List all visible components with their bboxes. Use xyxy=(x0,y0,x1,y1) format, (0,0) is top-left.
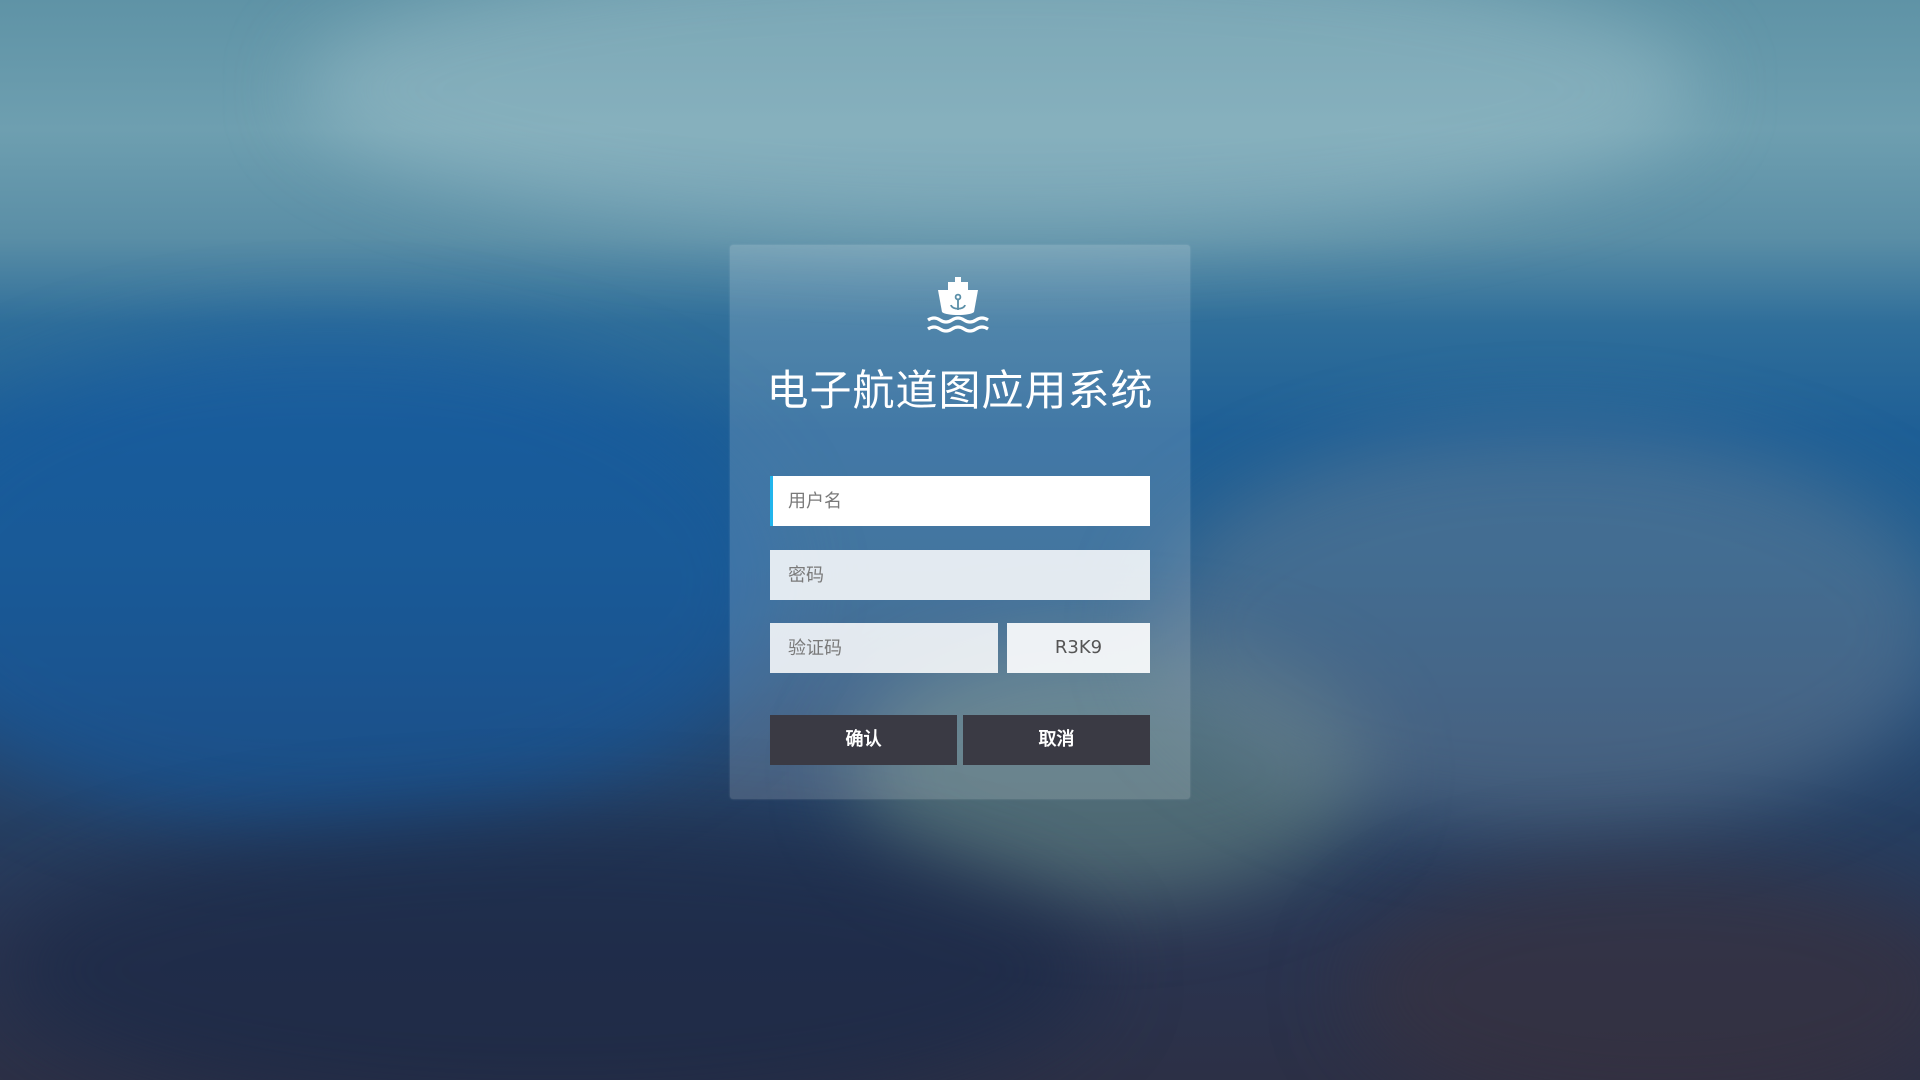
password-input[interactable] xyxy=(770,550,1150,600)
captcha-input[interactable] xyxy=(770,623,998,673)
username-input[interactable] xyxy=(770,476,1150,526)
login-panel: 电子航道图应用系统 R3K9 确认 取消 xyxy=(730,245,1190,799)
ship-anchor-icon xyxy=(926,276,990,340)
page-title: 电子航道图应用系统 xyxy=(766,366,1154,415)
captcha-code[interactable]: R3K9 xyxy=(1007,623,1150,673)
confirm-button[interactable]: 确认 xyxy=(770,715,957,765)
cancel-button[interactable]: 取消 xyxy=(963,715,1150,765)
